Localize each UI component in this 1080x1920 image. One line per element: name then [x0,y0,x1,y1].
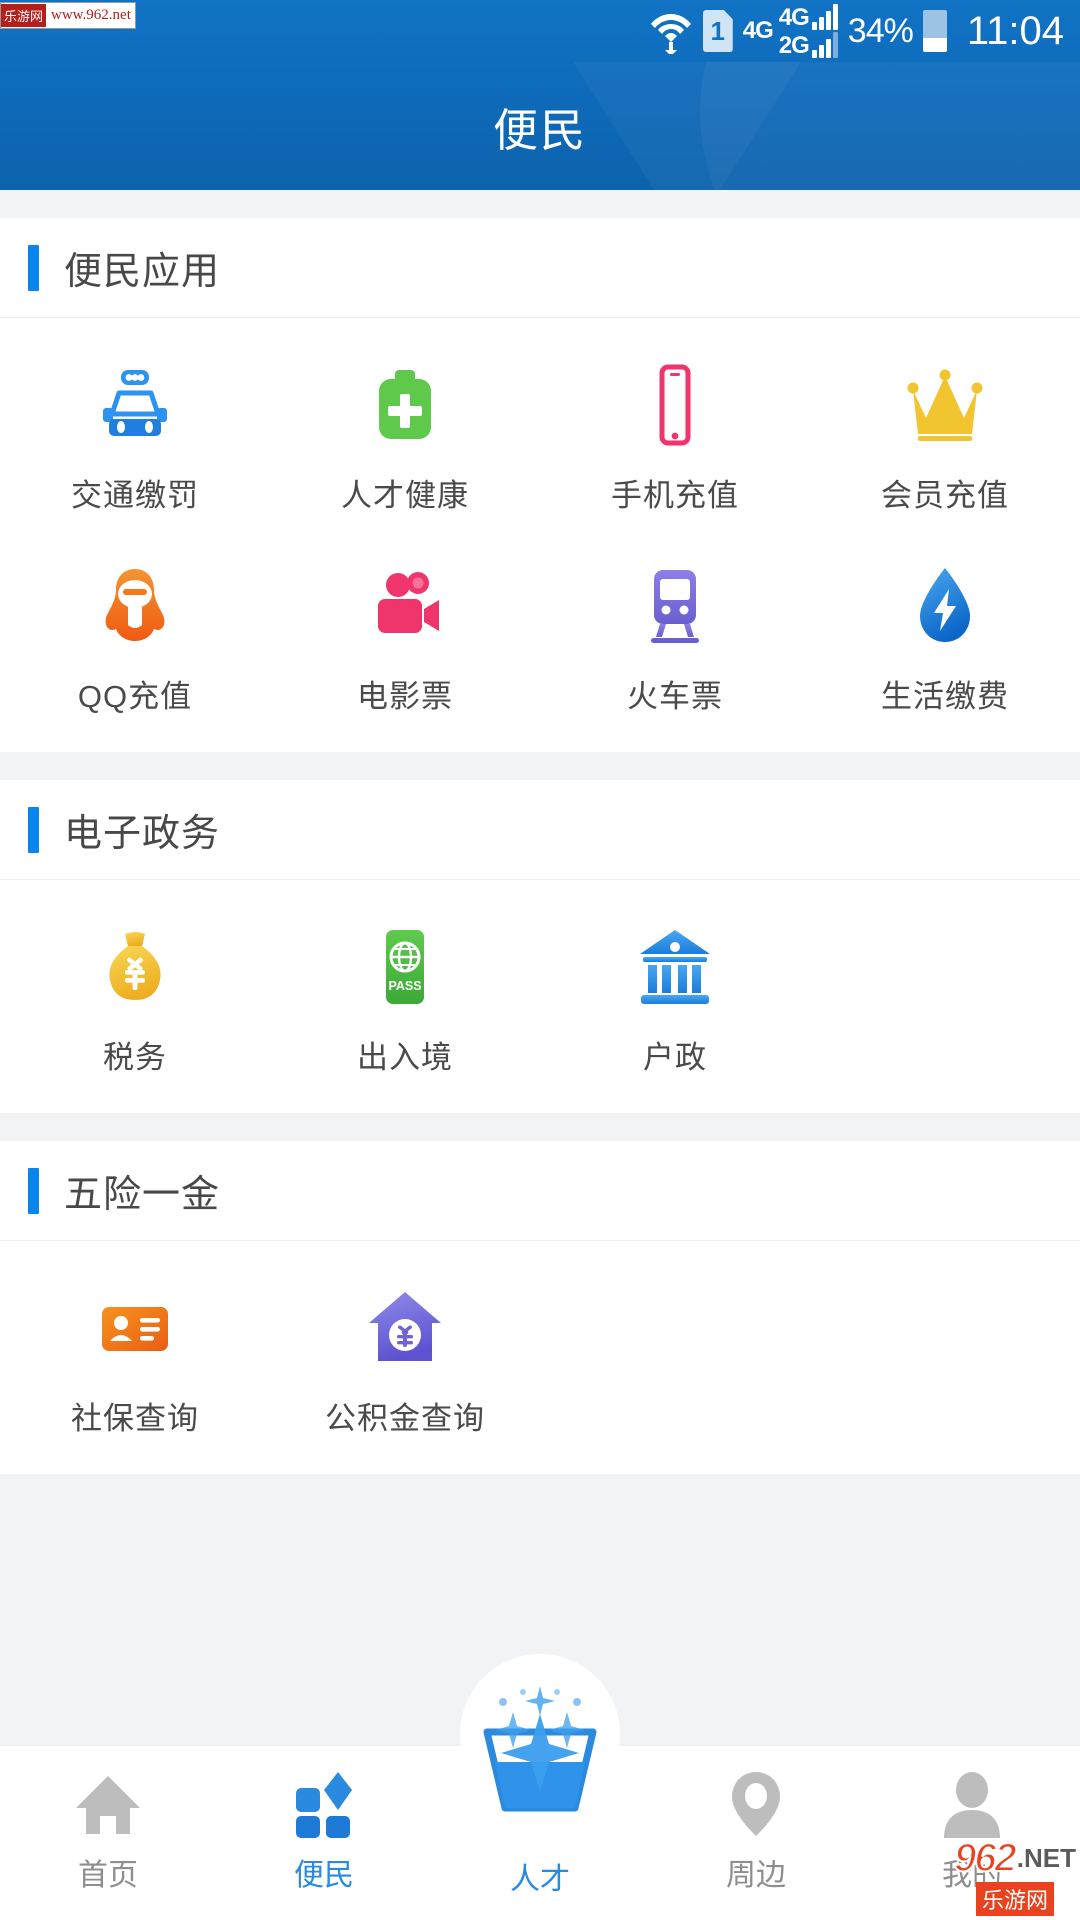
signal-bars-bottom [811,32,838,58]
tab-label: 便民 [294,1859,354,1892]
sim-card-icon: 1 [702,10,733,52]
app-item-label: 生活缴费 [881,679,1009,714]
app-grid-filler [810,898,1080,1099]
watermark-badge-text: 乐游网 [1,4,47,27]
crown-icon [902,362,988,448]
mobile-phone-icon [632,362,718,448]
app-item-mobile-topup[interactable]: 手机充值 [540,336,810,537]
page-title: 便民 [492,104,587,156]
location-pin-icon [720,1768,792,1840]
tab-label: 周边 [726,1859,786,1892]
signal-bars-icon: 4G 4G 2G [743,4,838,58]
train-icon [632,563,718,649]
section-accent-bar [28,1167,39,1214]
section-gap [0,190,1080,218]
status-bar: 乐游网 www.962.net 1 4G 4G 2G 34% 11:04 [0,0,1080,62]
status-bar-icons: 1 4G 4G 2G 34% 11:04 [649,4,1064,58]
section-accent-bar [28,806,39,853]
section-gap [0,752,1080,780]
app-item-member-topup[interactable]: 会员充值 [810,336,1080,537]
app-item-label: QQ充值 [77,679,193,714]
bottom-tab-bar: 首页 便民 人才 周边 我的 [0,1654,1080,1920]
section-title: 便民应用 [64,251,221,293]
app-item-traffic-fine[interactable]: 交通缴罚 [0,336,270,537]
medical-kit-icon [362,362,448,448]
section-header: 电子政务 [0,780,1080,880]
app-item-movie-ticket[interactable]: 电影票 [270,537,540,738]
police-car-icon [92,362,178,448]
section-title: 电子政务 [64,813,221,855]
person-icon [936,1768,1008,1840]
app-item-talent-health[interactable]: 人才健康 [270,336,540,537]
wifi-icon [649,8,693,56]
svg-text:PASS: PASS [388,979,421,993]
network-type-secondary-bottom: 2G [778,32,810,59]
app-item-label: 交通缴罚 [71,478,199,513]
tab-convenience[interactable]: 便民 [216,1746,432,1894]
app-item-label: 电影票 [357,679,453,714]
section-social-insurance: 五险一金 社保查询 公积金查询 [0,1141,1080,1474]
battery-percent-label: 34% [847,11,914,50]
app-item-immigration[interactable]: PASS 出入境 [270,898,540,1099]
app-item-label: 会员充值 [881,478,1009,513]
app-item-household[interactable]: 户政 [540,898,810,1099]
app-grid: 交通缴罚 人才健康 手机充值 会员充值 QQ充值 电影票 火车票 生活缴费 [0,318,1080,752]
tab-label: 首页 [78,1859,138,1892]
talent-sparkle-icon [455,1658,625,1828]
watermark-bottom-right: 962 .NET 乐游网 [953,1835,1076,1916]
section-gap [0,1113,1080,1141]
app-grid-filler [810,1259,1080,1460]
app-item-label: 税务 [103,1040,167,1075]
app-item-housing-fund-query[interactable]: 公积金查询 [270,1259,540,1460]
section-title: 五险一金 [64,1174,221,1216]
network-type-secondary-top: 4G [778,4,810,31]
section-header: 便民应用 [0,218,1080,318]
app-grid: 社保查询 公积金查询 [0,1241,1080,1474]
app-item-train-ticket[interactable]: 火车票 [540,537,810,738]
home-icon [72,1768,144,1840]
section-e-government: 电子政务 税务 PASS 出入境 户政 [0,780,1080,1113]
app-item-label: 公积金查询 [325,1401,485,1436]
signal-bars-top [811,4,838,30]
app-item-utility-payment[interactable]: 生活缴费 [810,537,1080,738]
section-convenience-apps: 便民应用 交通缴罚 人才健康 手机充值 会员充值 QQ充值 电影票 火车票 生活… [0,218,1080,752]
app-item-qq-topup[interactable]: QQ充值 [0,537,270,738]
section-accent-bar [28,244,39,291]
app-item-tax[interactable]: 税务 [0,898,270,1099]
bank-building-icon [632,924,718,1010]
status-bar-clock: 11:04 [966,8,1064,53]
id-card-icon [92,1285,178,1371]
tab-home[interactable]: 首页 [0,1746,216,1894]
grid-apps-icon [288,1768,360,1840]
app-item-label: 人才健康 [341,478,469,513]
app-item-label: 社保查询 [71,1401,199,1436]
watermark-top-left: 乐游网 www.962.net [0,2,136,29]
app-grid: 税务 PASS 出入境 户政 [0,880,1080,1113]
tab-label: 人才 [510,1863,570,1896]
watermark-site-tld: .NET [1016,1843,1076,1873]
app-item-label: 手机充值 [611,478,739,513]
movie-camera-icon [362,563,448,649]
app-item-label: 出入境 [357,1040,453,1075]
tab-nearby[interactable]: 周边 [648,1746,864,1894]
sim-slot-number: 1 [710,15,725,46]
app-item-label: 火车票 [627,679,723,714]
app-item-social-security-query[interactable]: 社保查询 [0,1259,270,1460]
passport-pass-icon: PASS [362,924,448,1010]
app-bar: 便民 [0,62,1080,190]
watermark-site-number: 962 [953,1835,1018,1881]
house-yuan-icon [362,1285,448,1371]
network-type-primary: 4G [742,17,774,44]
battery-icon [922,10,947,52]
app-grid-filler [540,1259,810,1460]
qq-penguin-icon [92,563,178,649]
watermark-url-text: www.962.net [51,7,131,23]
section-header: 五险一金 [0,1141,1080,1241]
app-item-label: 户政 [643,1040,707,1075]
watermark-site-name: 乐游网 [976,1882,1055,1916]
money-bag-icon [92,924,178,1010]
tab-talent[interactable]: 人才 [432,1654,648,1898]
water-drop-bolt-icon [902,563,988,649]
